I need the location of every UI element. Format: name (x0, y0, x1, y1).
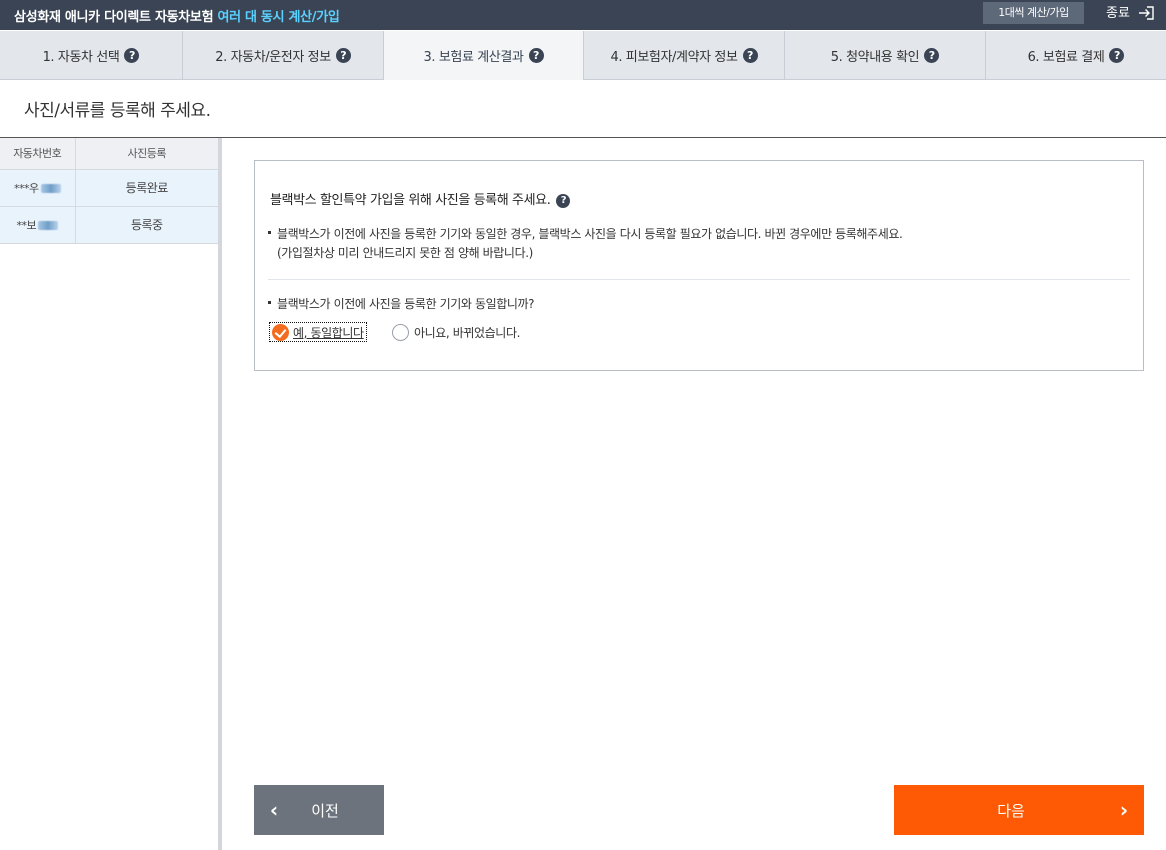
step-label: 5. 청약내용 확인 (830, 50, 920, 65)
photo-status: 등록완료 (75, 169, 218, 207)
chevron-left-icon: ‹ (269, 798, 279, 822)
vehicle-plate: ***우 (0, 169, 76, 207)
help-icon[interactable]: ? (1109, 48, 1125, 63)
single-calc-button[interactable]: 1대씩 계산/가입 (983, 2, 1084, 24)
blackbox-title: 블랙박스 할인특약 가입을 위해 사진을 등록해 주세요.? (270, 189, 571, 208)
plate-text: ***우 (13, 181, 39, 195)
step-tab-2[interactable]: 2. 자동차/운전자 정보 ? (183, 31, 384, 80)
chevron-right-icon: › (1119, 798, 1129, 822)
radio-label-no: 아니요, 바뀌었습니다. (414, 325, 521, 340)
vehicle-table: 자동차번호 사진등록 ***우 등록완료 **보 등록중 (0, 138, 218, 244)
checked-radio-icon (272, 323, 289, 341)
unchecked-radio-icon (392, 323, 409, 341)
step-label: 2. 자동차/운전자 정보 (215, 50, 331, 65)
column-header-plate: 자동차번호 (0, 138, 76, 170)
step-label: 4. 피보험자/계약자 정보 (610, 50, 738, 65)
help-icon[interactable]: ? (924, 48, 940, 63)
step-tab-3[interactable]: 3. 보험료 계산결과 ? (384, 31, 584, 80)
step-label: 1. 자동차 선택 (42, 50, 120, 65)
help-icon[interactable]: ? (528, 48, 544, 63)
blackbox-question: 블랙박스가 이전에 사진을 등록한 기기와 동일합니까? (268, 295, 535, 312)
step-tab-5[interactable]: 5. 청약내용 확인 ? (785, 31, 986, 80)
step-tab-1[interactable]: 1. 자동차 선택 ? (0, 31, 183, 80)
help-icon[interactable]: ? (124, 48, 140, 63)
bullet-icon (268, 301, 271, 304)
table-row[interactable]: **보 등록중 (0, 206, 218, 244)
bullet-icon (268, 231, 271, 234)
vehicle-panel: 자동차번호 사진등록 ***우 등록완료 **보 등록중 (0, 138, 222, 850)
help-icon[interactable]: ? (742, 48, 758, 63)
next-label: 다음 (997, 801, 1025, 820)
step-tab-6[interactable]: 6. 보험료 결제 ? (986, 31, 1166, 80)
radio-changed-device[interactable]: 아니요, 바뀌었습니다. (392, 322, 520, 342)
section-divider (268, 279, 1130, 280)
question-text: 블랙박스가 이전에 사진을 등록한 기기와 동일합니까? (277, 297, 535, 311)
photo-status: 등록중 (75, 206, 218, 244)
prev-label: 이전 (311, 801, 339, 820)
page-title: 사진/서류를 등록해 주세요. (24, 101, 211, 121)
notice-line-2: (가입절차상 미리 안내드리지 못한 점 양해 바랍니다.) (277, 246, 533, 260)
step-label: 3. 보험료 계산결과 (423, 50, 524, 65)
exit-label: 종료 (1106, 6, 1130, 21)
blackbox-info-box: 블랙박스 할인특약 가입을 위해 사진을 등록해 주세요.? 블랙박스가 이전에… (254, 160, 1144, 371)
prev-button[interactable]: ‹ 이전 (254, 785, 384, 835)
radio-same-device[interactable]: 예, 동일합니다 (269, 322, 367, 342)
masked-plate (38, 221, 59, 230)
blackbox-title-text: 블랙박스 할인특약 가입을 위해 사진을 등록해 주세요. (270, 193, 551, 208)
notice-line-1: 블랙박스가 이전에 사진을 등록한 기기와 동일한 경우, 블랙박스 사진을 다… (277, 227, 903, 241)
top-bar: 삼성화재 애니카 다이렉트 자동차보험 여러 대 동시 계산/가입 1대씩 계산… (0, 0, 1166, 30)
app-title-highlight: 여러 대 동시 계산/가입 (217, 10, 340, 25)
exit-button[interactable]: 종료 (1106, 4, 1154, 24)
masked-plate (40, 184, 61, 193)
vehicle-plate: **보 (0, 206, 76, 244)
blackbox-notice: 블랙박스가 이전에 사진을 등록한 기기와 동일한 경우, 블랙박스 사진을 다… (268, 225, 903, 263)
plate-text: **보 (16, 218, 37, 232)
column-header-photo: 사진등록 (75, 138, 218, 170)
help-icon[interactable]: ? (335, 48, 351, 63)
next-button[interactable]: 다음 › (894, 785, 1144, 835)
app-title: 삼성화재 애니카 다이렉트 자동차보험 여러 대 동시 계산/가입 (14, 6, 340, 25)
exit-icon (1139, 5, 1154, 20)
step-tabs: 1. 자동차 선택 ? 2. 자동차/운전자 정보 ? 3. 보험료 계산결과 … (0, 31, 1166, 80)
help-icon[interactable]: ? (556, 194, 571, 208)
table-row[interactable]: ***우 등록완료 (0, 169, 218, 207)
radio-label-yes: 예, 동일합니다 (293, 325, 364, 340)
step-tab-4[interactable]: 4. 피보험자/계약자 정보 ? (584, 31, 785, 80)
step-label: 6. 보험료 결제 (1027, 50, 1105, 65)
app-title-main: 삼성화재 애니카 다이렉트 자동차보험 (14, 10, 214, 25)
